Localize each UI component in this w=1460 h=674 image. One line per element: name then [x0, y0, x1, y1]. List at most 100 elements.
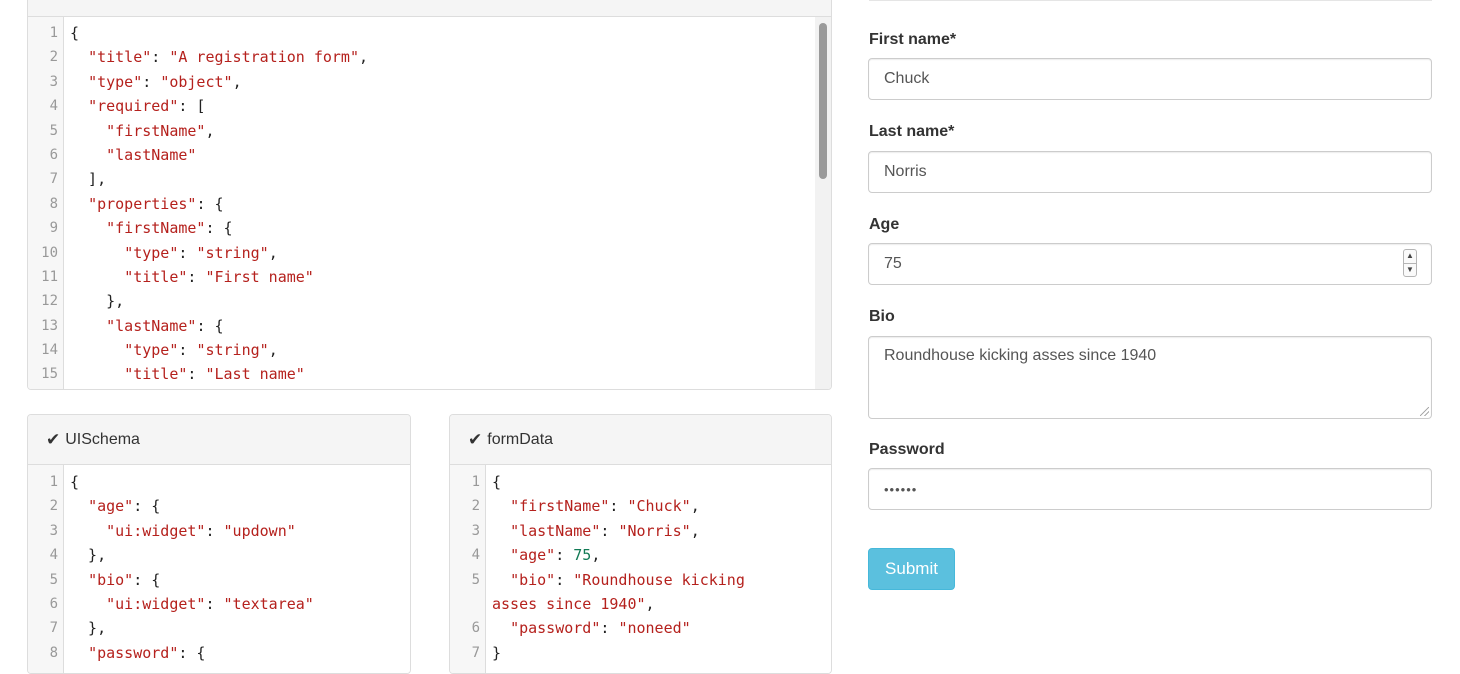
- line-number: 8: [49, 195, 58, 212]
- code-text: "title": "A registration form",: [70, 45, 368, 69]
- string-token: "lastName": [106, 145, 197, 164]
- code-text: {: [492, 470, 501, 494]
- chevron-down-icon[interactable]: ▼: [1404, 262, 1416, 277]
- line-number: 14: [41, 342, 58, 359]
- line-number: 6: [49, 146, 58, 163]
- line-number: 5: [49, 571, 58, 588]
- string-token: "lastName": [106, 316, 197, 335]
- line-number: 10: [41, 244, 58, 261]
- chevron-up-icon[interactable]: ▲: [1404, 250, 1416, 263]
- string-token: asses since 1940": [492, 594, 646, 613]
- string-token: "type": [88, 72, 143, 91]
- line-number: 1: [49, 474, 58, 490]
- code-token: : {: [133, 570, 161, 589]
- code-token: ,: [268, 243, 278, 262]
- code-line: 2 "firstName": "Chuck",: [450, 494, 831, 518]
- password-label: Password: [869, 441, 945, 458]
- code-text: "title": "First name": [70, 265, 314, 289]
- code-line: 14 "type": "string",: [28, 338, 831, 362]
- code-token: {: [70, 24, 80, 42]
- code-token: ,: [591, 546, 601, 565]
- code-token: :: [142, 72, 161, 91]
- editor-scrollbar[interactable]: [815, 17, 831, 389]
- uischema-editor[interactable]: 1 {2 "age": {3 "ui:widget": "updown" 4 }, 5…: [28, 465, 410, 673]
- code-text: "bio": {: [70, 568, 160, 592]
- code-text: },: [70, 616, 106, 640]
- code-line: 3 "ui:widget": "updown": [28, 519, 410, 543]
- json-schema-panel-heading: [28, 0, 831, 17]
- code-text: "lastName": [70, 143, 196, 167]
- first-name-value: Chuck: [884, 70, 930, 87]
- code-line: 2 "age": {: [28, 494, 410, 518]
- string-token: "password": [88, 643, 179, 662]
- line-number: 1: [49, 25, 58, 41]
- code-text: }: [492, 641, 501, 665]
- password-input[interactable]: ••••••: [868, 468, 1432, 510]
- code-token: : {: [205, 219, 233, 238]
- code-text: asses since 1940",: [492, 592, 655, 616]
- code-token: },: [70, 619, 107, 638]
- string-token: "noneed": [618, 619, 691, 638]
- line-number: 15: [41, 366, 58, 383]
- string-token: "password": [510, 619, 601, 638]
- code-line: 10 "type": "string",: [28, 241, 831, 265]
- first-name-input[interactable]: Chuck: [868, 58, 1432, 100]
- code-token: }: [492, 643, 502, 662]
- string-token: "ui:widget": [106, 594, 206, 613]
- code-text: },: [70, 289, 124, 313]
- resize-grip-icon[interactable]: [1420, 407, 1429, 416]
- editor-scrollbar-thumb[interactable]: [819, 23, 827, 179]
- code-token: {: [492, 473, 502, 491]
- code-text: "firstName": {: [70, 216, 233, 240]
- code-line: 4 "required": [: [28, 94, 831, 118]
- string-token: "firstName": [106, 219, 206, 238]
- bio-textarea[interactable]: Roundhouse kicking asses since 1940: [868, 336, 1432, 419]
- code-token: :: [555, 546, 574, 565]
- code-text: "type": "object",: [70, 70, 242, 94]
- string-token: "Chuck": [627, 497, 691, 516]
- string-token: "firstName": [106, 121, 206, 140]
- age-input[interactable]: 75 ▲ ▼: [868, 243, 1432, 285]
- line-number: 7: [49, 620, 58, 637]
- bio-label: Bio: [869, 308, 895, 325]
- formdata-editor[interactable]: 1{2 "firstName": "Chuck", 3 "lastName": "…: [450, 465, 831, 673]
- code-text: "lastName": {: [70, 314, 223, 338]
- string-token: "required": [88, 97, 179, 116]
- first-name-label: First name*: [869, 31, 957, 48]
- string-token: "title": [88, 48, 152, 67]
- line-number: 7: [471, 644, 480, 661]
- form-top-divider: [869, 0, 1432, 1]
- code-token: {: [70, 473, 80, 491]
- check-icon: ✔: [46, 429, 61, 449]
- code-token: : {: [178, 643, 206, 662]
- string-token: "object": [160, 72, 233, 91]
- last-name-value: Norris: [884, 163, 927, 180]
- code-line: 11 "title": "First name": [28, 265, 831, 289]
- code-token: ,: [268, 341, 278, 360]
- submit-button[interactable]: Submit: [868, 548, 955, 590]
- code-text: "firstName",: [70, 119, 214, 143]
- code-line: 9 "firstName": {: [28, 216, 831, 240]
- code-line: 3 "lastName": "Norris",: [450, 519, 831, 543]
- last-name-input[interactable]: Norris: [868, 151, 1432, 193]
- json-schema-editor[interactable]: 1{2 "title": "A registration form", 3 "ty…: [28, 17, 831, 389]
- code-text: "properties": {: [70, 192, 223, 216]
- code-text: ],: [70, 167, 106, 191]
- string-token: "bio": [88, 570, 134, 589]
- code-text: "type": "string",: [70, 338, 278, 362]
- code-line: 6 "password": "noneed": [450, 616, 831, 640]
- line-number: 6: [49, 595, 58, 612]
- line-number: 7: [49, 171, 58, 188]
- age-stepper[interactable]: ▲ ▼: [1403, 249, 1417, 277]
- line-number: 4: [49, 547, 58, 564]
- code-token: },: [70, 546, 107, 565]
